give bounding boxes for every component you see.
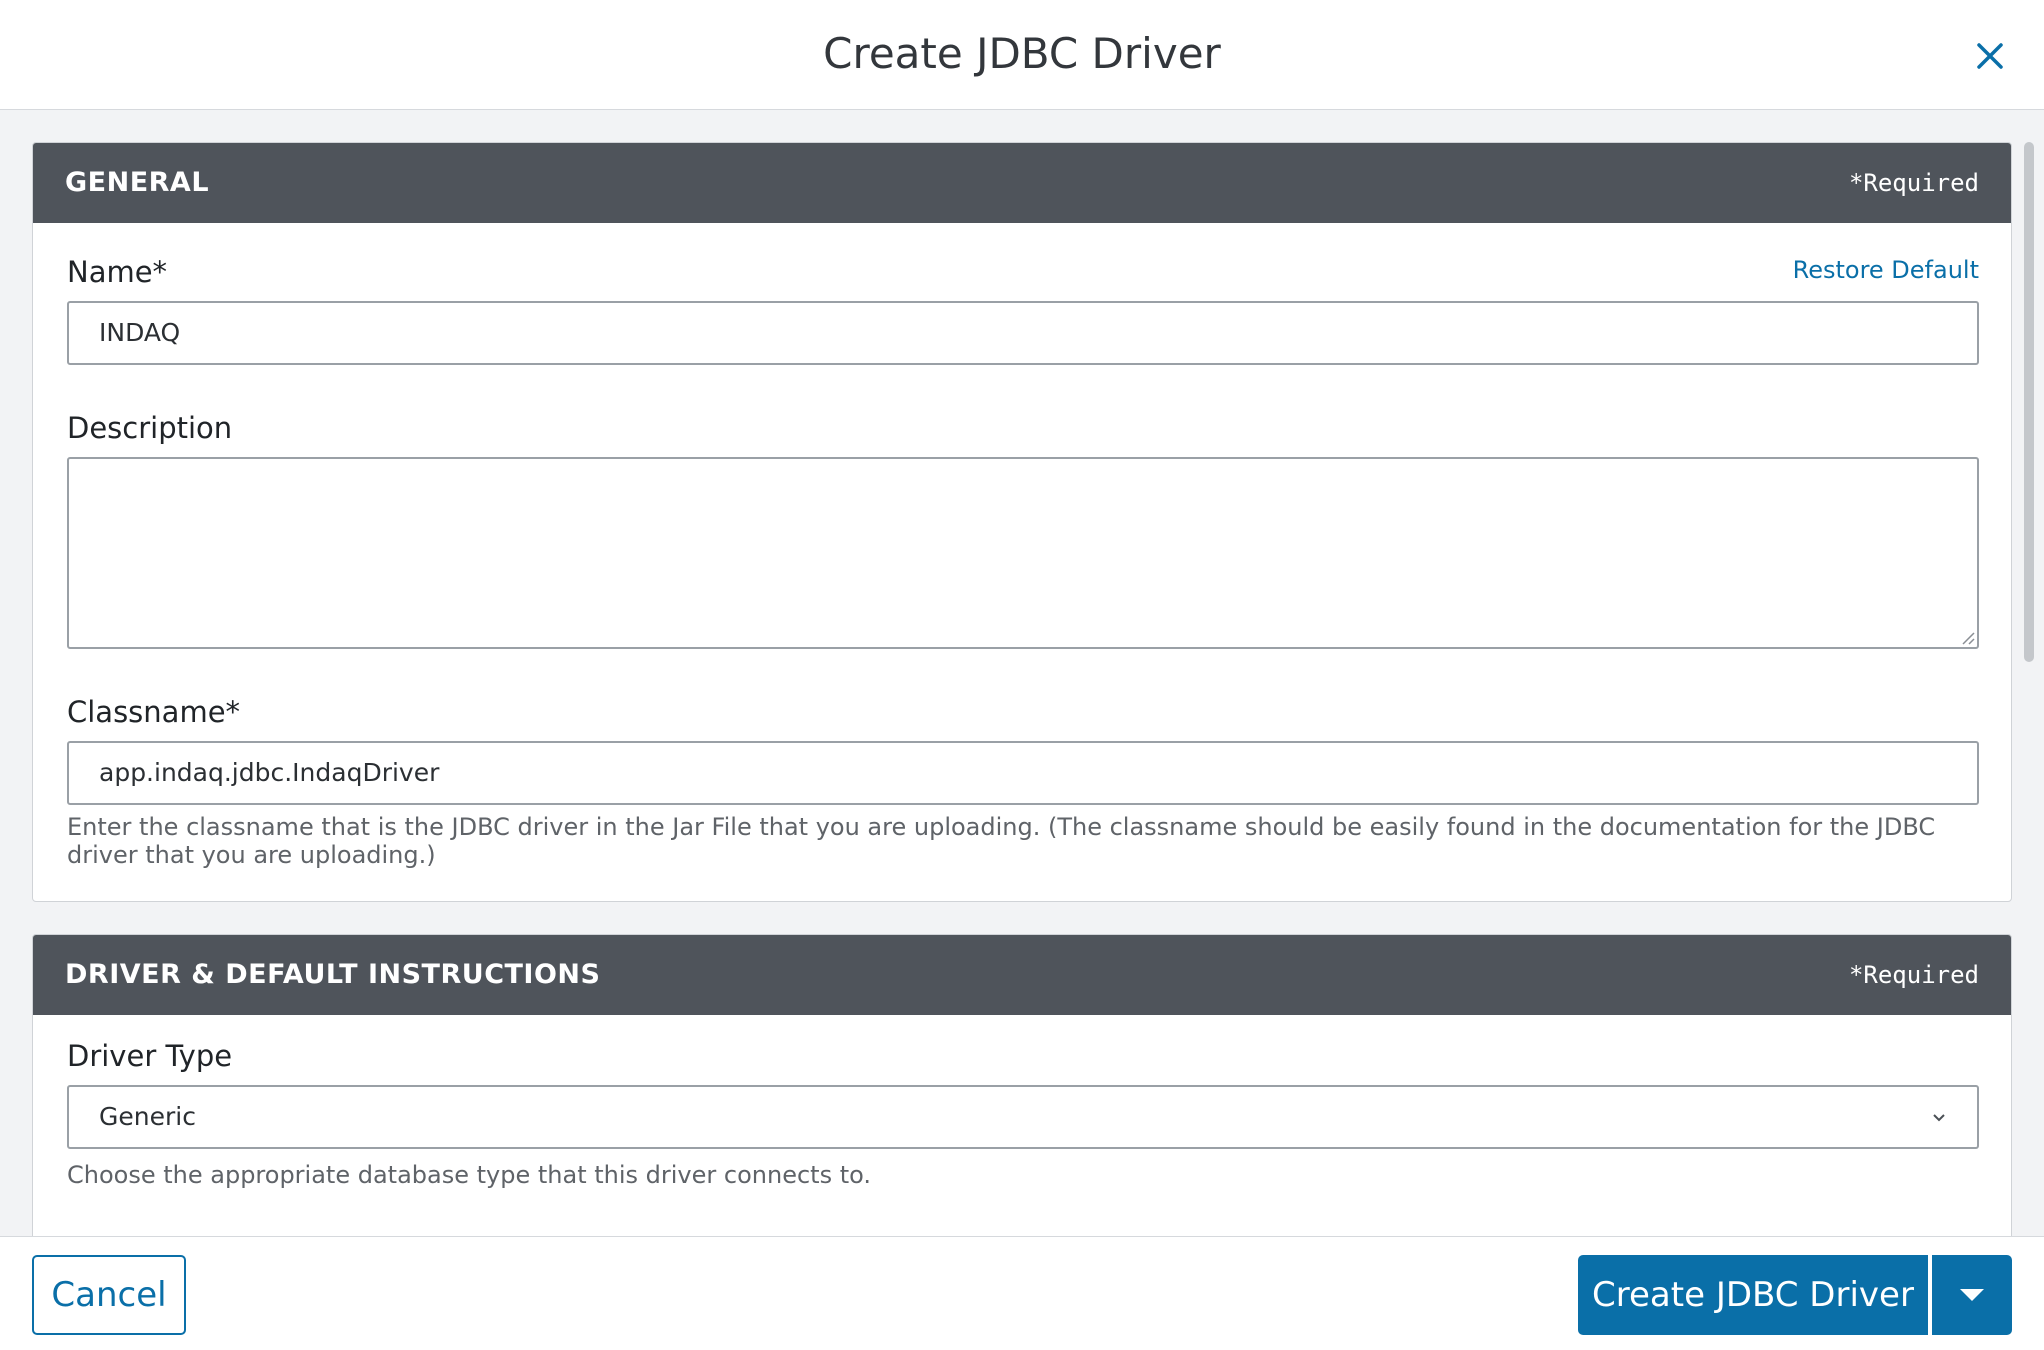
general-section: GENERAL *Required Name* Restore Default … [32, 142, 2012, 902]
close-button[interactable] [1968, 34, 2012, 78]
create-options-dropdown-button[interactable] [1932, 1255, 2012, 1335]
create-jdbc-driver-dialog: Create JDBC Driver GENERAL *Required Nam… [0, 0, 2044, 1350]
name-input[interactable]: INDAQ [67, 301, 1979, 365]
driver-type-value: Generic [99, 1102, 196, 1131]
create-jdbc-driver-button[interactable]: Create JDBC Driver [1578, 1255, 1928, 1335]
dialog-body[interactable]: GENERAL *Required Name* Restore Default … [0, 110, 2044, 1236]
general-section-title: GENERAL [65, 167, 210, 198]
restore-default-link[interactable]: Restore Default [1793, 253, 1979, 287]
chevron-down-icon [1933, 1114, 1945, 1122]
driver-type-label: Driver Type [67, 1039, 233, 1073]
required-note: *Required [1848, 961, 1979, 989]
cancel-button[interactable]: Cancel [32, 1255, 186, 1335]
dialog-header: Create JDBC Driver [0, 0, 2044, 110]
driver-type-select[interactable]: Generic [67, 1085, 1979, 1149]
dialog-footer: Cancel Create JDBC Driver [0, 1236, 2044, 1350]
driver-section-title: DRIVER & DEFAULT INSTRUCTIONS [65, 959, 601, 990]
caret-down-icon [1960, 1289, 1984, 1301]
required-note: *Required [1848, 169, 1979, 197]
driver-type-help-text: Choose the appropriate database type tha… [67, 1161, 871, 1189]
scrollbar-thumb[interactable] [2024, 142, 2034, 662]
classname-label: Classname* [67, 695, 241, 729]
description-textarea[interactable] [67, 457, 1979, 649]
name-label: Name* [67, 255, 168, 289]
driver-section-header: DRIVER & DEFAULT INSTRUCTIONS *Required [33, 935, 2011, 1015]
close-icon [1977, 43, 2003, 69]
dialog-title: Create JDBC Driver [823, 29, 1221, 78]
description-label: Description [67, 411, 233, 445]
driver-section: DRIVER & DEFAULT INSTRUCTIONS *Required … [32, 934, 2012, 1236]
resize-grip-icon[interactable] [1959, 629, 1975, 645]
classname-help-text: Enter the classname that is the JDBC dri… [67, 813, 1936, 869]
general-section-header: GENERAL *Required [33, 143, 2011, 223]
classname-input[interactable]: app.indaq.jdbc.IndaqDriver [67, 741, 1979, 805]
